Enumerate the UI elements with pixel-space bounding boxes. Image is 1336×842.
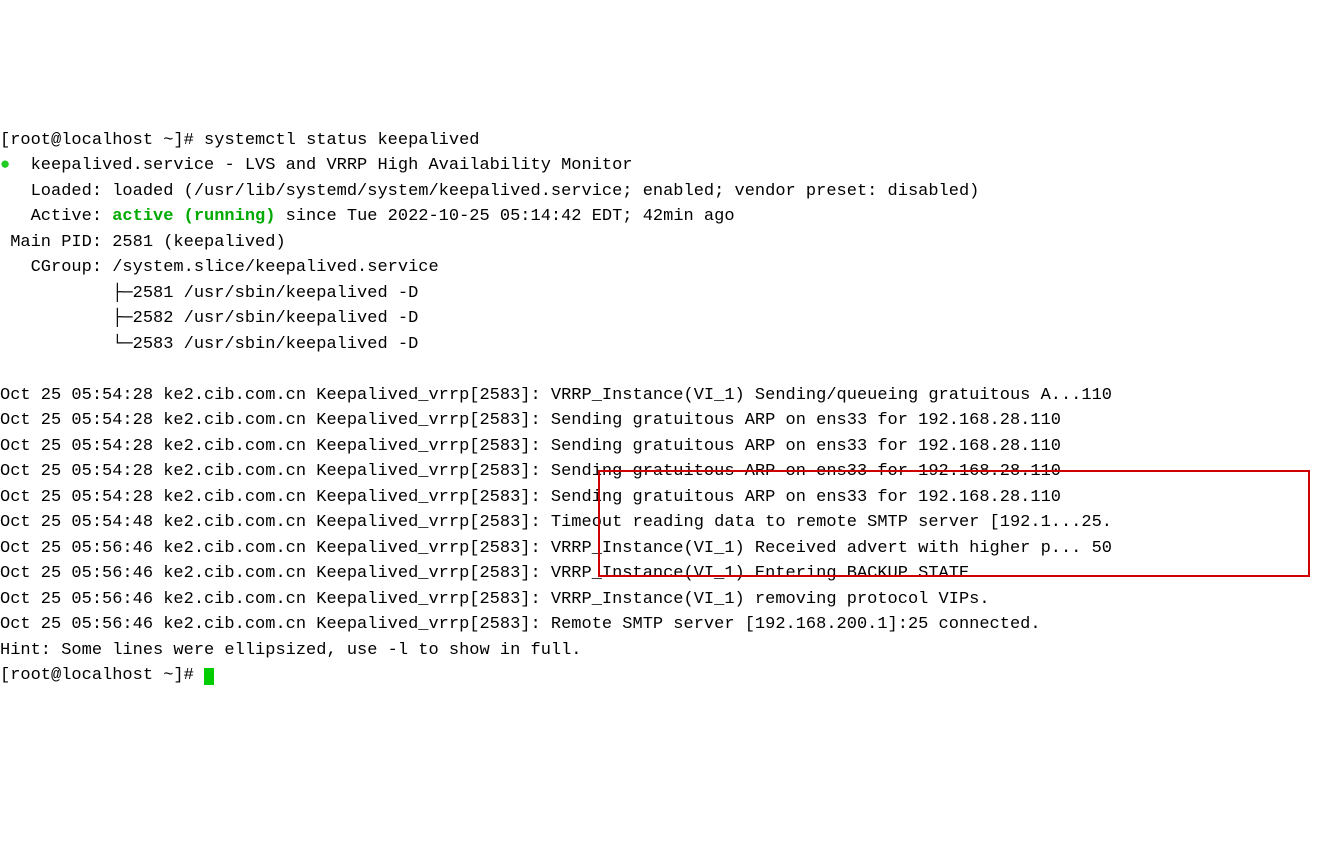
- hint-line: Hint: Some lines were ellipsized, use -l…: [0, 641, 582, 660]
- status-dot-icon: ●: [0, 156, 10, 175]
- log-line: Oct 25 05:56:46 ke2.cib.com.cn Keepalive…: [0, 539, 1112, 558]
- log-line: Oct 25 05:54:28 ke2.cib.com.cn Keepalive…: [0, 437, 1061, 456]
- shell-prompt[interactable]: [root@localhost ~]#: [0, 666, 204, 685]
- log-line: Oct 25 05:54:28 ke2.cib.com.cn Keepalive…: [0, 488, 1061, 507]
- log-line: Oct 25 05:54:48 ke2.cib.com.cn Keepalive…: [0, 513, 1112, 532]
- process-tree-item: └─2583 /usr/sbin/keepalived -D: [0, 335, 418, 354]
- active-status: active (running): [112, 207, 275, 226]
- cgroup-line: CGroup: /system.slice/keepalived.service: [0, 258, 439, 277]
- shell-prompt: [root@localhost ~]#: [0, 131, 204, 150]
- loaded-line: Loaded: loaded (/usr/lib/systemd/system/…: [0, 182, 979, 201]
- main-pid-line: Main PID: 2581 (keepalived): [0, 233, 286, 252]
- log-line: Oct 25 05:54:28 ke2.cib.com.cn Keepalive…: [0, 462, 1061, 481]
- active-since: since Tue 2022-10-25 05:14:42 EDT; 42min…: [275, 207, 734, 226]
- service-name-line: keepalived.service - LVS and VRRP High A…: [10, 156, 632, 175]
- process-tree-item: ├─2582 /usr/sbin/keepalived -D: [0, 309, 418, 328]
- active-label: Active:: [0, 207, 112, 226]
- command: systemctl status keepalived: [204, 131, 479, 150]
- log-line: Oct 25 05:56:46 ke2.cib.com.cn Keepalive…: [0, 590, 990, 609]
- process-tree-item: ├─2581 /usr/sbin/keepalived -D: [0, 284, 418, 303]
- log-line: Oct 25 05:54:28 ke2.cib.com.cn Keepalive…: [0, 386, 1112, 405]
- cursor-icon[interactable]: [204, 668, 214, 685]
- terminal-output: [root@localhost ~]# systemctl status kee…: [0, 102, 1336, 714]
- log-line: Oct 25 05:56:46 ke2.cib.com.cn Keepalive…: [0, 564, 969, 583]
- log-line: Oct 25 05:54:28 ke2.cib.com.cn Keepalive…: [0, 411, 1061, 430]
- log-line: Oct 25 05:56:46 ke2.cib.com.cn Keepalive…: [0, 615, 1041, 634]
